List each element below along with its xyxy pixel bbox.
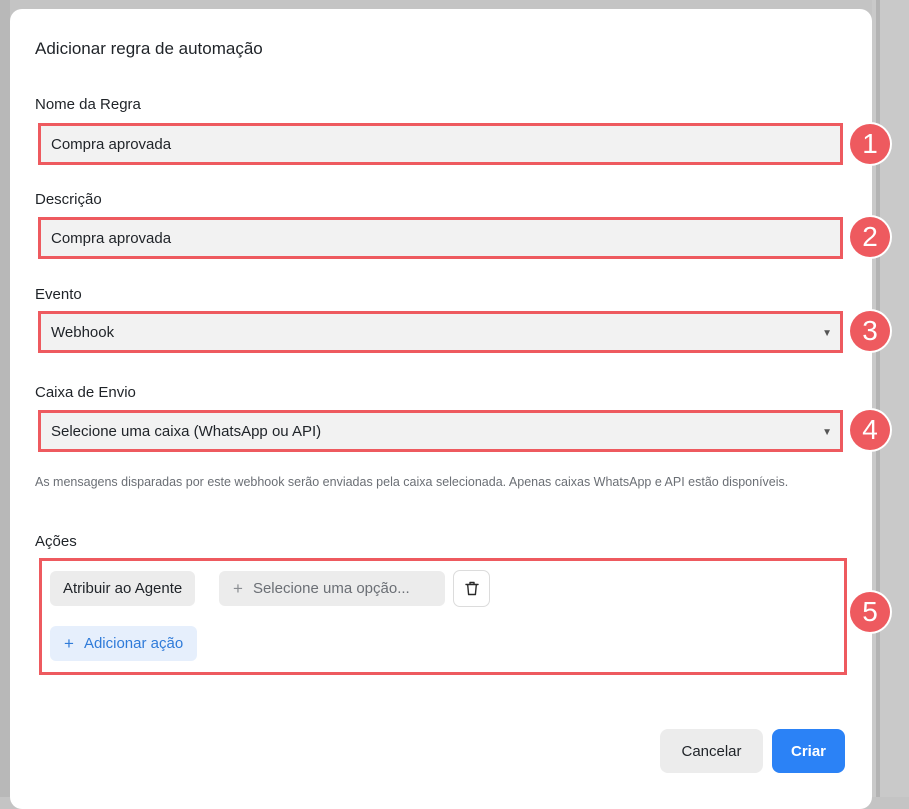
backdrop-left: [0, 0, 10, 797]
actions-section: Atribuir ao Agente + Selecione uma opção…: [39, 558, 847, 675]
rule-name-value: Compra aprovada: [51, 135, 172, 153]
add-action-button[interactable]: + Adicionar ação: [50, 626, 198, 661]
action-option-select[interactable]: + Selecione uma opção...: [219, 571, 445, 606]
backdrop-scrollbar: [876, 0, 880, 797]
trash-icon: [464, 581, 479, 596]
actions-label: Ações: [35, 533, 77, 550]
add-action-label: Adicionar ação: [83, 635, 184, 652]
marker-badge-1: 1: [850, 124, 890, 164]
action-type-select[interactable]: Atribuir ao Agente: [50, 571, 196, 606]
description-input[interactable]: Compra aprovada: [38, 217, 843, 259]
inbox-help-text: As mensagens disparadas por este webhook…: [35, 475, 789, 489]
inbox-placeholder: Selecione uma caixa (WhatsApp ou API): [51, 422, 322, 440]
action-option-placeholder: Selecione uma opção...: [252, 580, 410, 597]
backdrop-right: [872, 0, 909, 797]
create-button[interactable]: Criar: [772, 729, 845, 773]
marker-badge-4: 4: [850, 410, 890, 450]
automation-rule-modal: Adicionar regra de automação Nome da Reg…: [10, 9, 890, 809]
rule-name-label: Nome da Regra: [35, 96, 141, 113]
caret-down-icon: ▼: [822, 427, 832, 438]
plus-icon: +: [64, 633, 74, 653]
marker-badge-5: 5: [850, 592, 890, 632]
delete-action-button[interactable]: [453, 570, 490, 607]
event-label: Evento: [35, 286, 82, 303]
inbox-select[interactable]: Selecione uma caixa (WhatsApp ou API) ▼: [38, 410, 843, 452]
action-type-value: Atribuir ao Agente: [63, 580, 183, 597]
caret-down-icon: ▼: [822, 328, 832, 339]
inbox-label: Caixa de Envio: [35, 384, 136, 401]
plus-icon: +: [233, 578, 243, 598]
cancel-button[interactable]: Cancelar: [660, 729, 763, 773]
rule-name-input[interactable]: Compra aprovada: [38, 123, 843, 165]
event-value: Webhook: [51, 323, 115, 341]
marker-badge-2: 2: [850, 217, 890, 257]
description-label: Descrição: [35, 191, 102, 208]
modal-title: Adicionar regra de automação: [35, 39, 263, 58]
description-value: Compra aprovada: [51, 229, 172, 247]
event-select[interactable]: Webhook ▼: [38, 311, 843, 353]
marker-badge-3: 3: [850, 311, 890, 351]
